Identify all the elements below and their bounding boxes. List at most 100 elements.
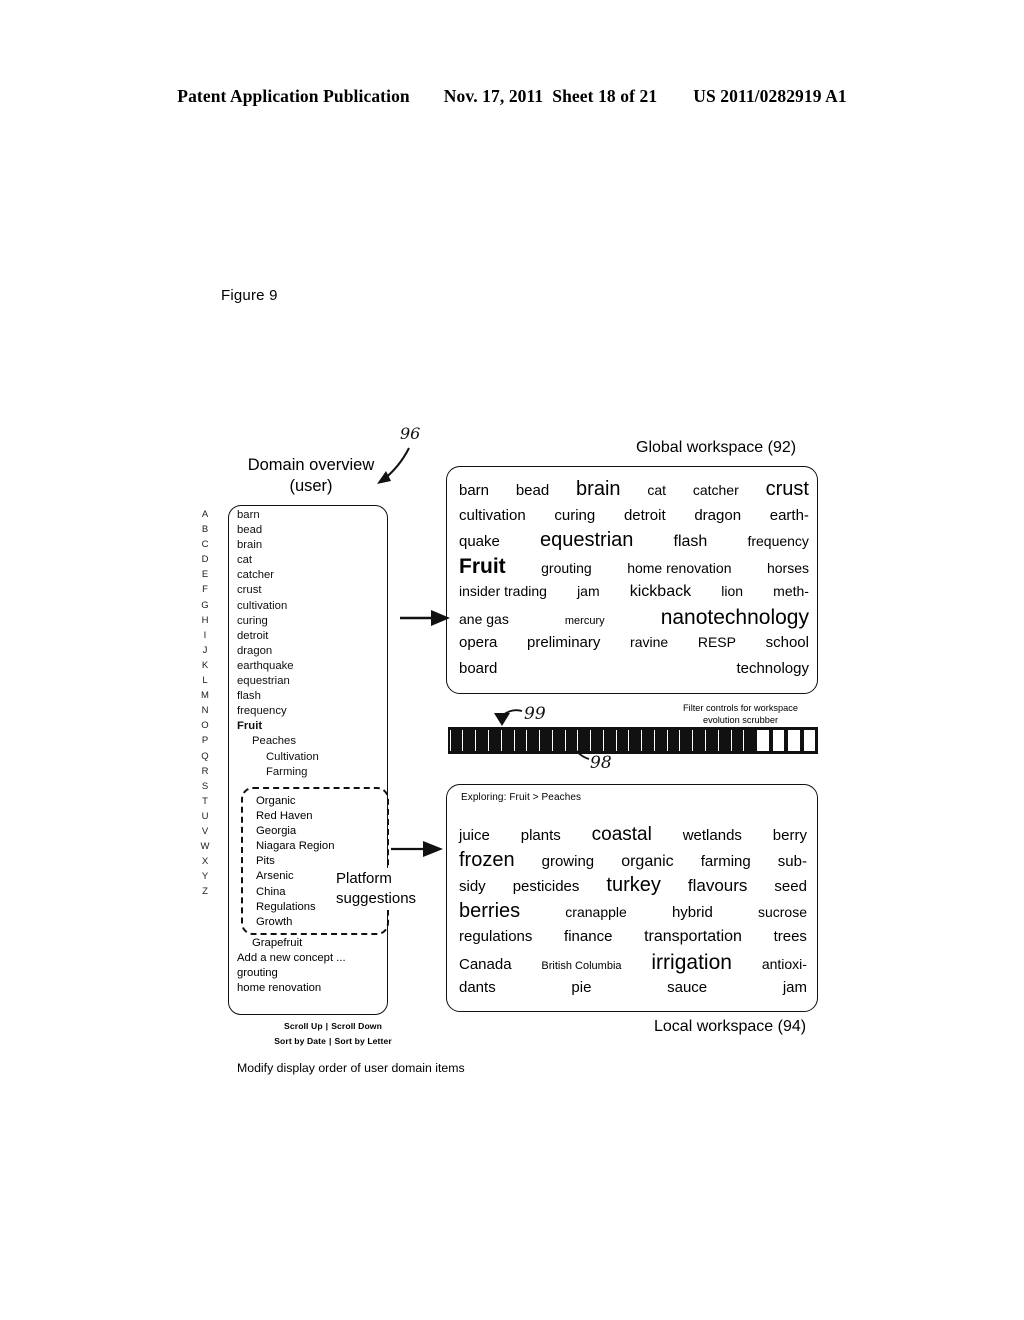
scrubber-segment-filled[interactable] <box>602 730 615 751</box>
scrubber-segment-empty[interactable] <box>803 730 815 751</box>
domain-tail-list[interactable]: Grapefruit Add a new concept ... grouting h… <box>235 936 387 996</box>
alphabet-index-letter[interactable]: V <box>202 824 208 839</box>
tag-cloud-term[interactable]: juice <box>459 823 490 849</box>
local-workspace-tag-cloud[interactable]: juice plants coastal wetlands berry frozen gro… <box>459 822 807 1001</box>
tag-cloud-term[interactable]: opera <box>459 630 497 656</box>
scrubber-segment-filled[interactable] <box>500 730 513 751</box>
sort-by-letter-button[interactable]: Sort by Letter <box>335 1036 392 1046</box>
tag-cloud-term[interactable]: detroit <box>624 503 666 529</box>
domain-list-item[interactable]: equestrian <box>235 674 387 689</box>
scrubber-segment-filled[interactable] <box>462 730 474 751</box>
tag-cloud-term[interactable]: finance <box>564 924 612 950</box>
tag-cloud-term[interactable]: bead <box>516 478 549 504</box>
alphabet-index-letter[interactable]: E <box>202 567 208 582</box>
domain-list-item[interactable]: crust <box>235 583 387 598</box>
tag-cloud-term[interactable]: berry <box>773 823 807 849</box>
tag-cloud-term[interactable]: earth- <box>770 503 809 529</box>
alphabet-index-letter[interactable]: C <box>202 537 209 552</box>
domain-item-list[interactable]: barn bead brain cat catcher crust cultivation c… <box>235 508 387 780</box>
alphabet-index-letter[interactable]: S <box>202 779 208 794</box>
tag-cloud-term[interactable]: flavours <box>688 873 748 899</box>
tag-cloud-term[interactable]: regulations <box>459 924 532 950</box>
tag-cloud-term[interactable]: technology <box>736 656 809 682</box>
tag-cloud-term[interactable]: antioxi- <box>762 952 807 978</box>
alphabet-index-letter[interactable]: R <box>202 764 209 779</box>
tag-cloud-term[interactable]: organic <box>621 849 673 875</box>
tag-cloud-term[interactable]: plants <box>521 823 561 849</box>
alphabet-index-letter[interactable]: A <box>202 507 208 522</box>
tag-cloud-term[interactable]: jam <box>577 579 600 605</box>
alphabet-index-letter[interactable]: T <box>202 794 208 809</box>
alphabet-index-letter[interactable]: X <box>202 854 208 869</box>
domain-list-item[interactable]: bead <box>235 523 387 538</box>
scrubber-segment-empty[interactable] <box>772 730 785 751</box>
global-workspace-tag-cloud[interactable]: barn bead brain cat catcher crust cultivation c… <box>459 477 809 681</box>
domain-list-item[interactable]: Grapefruit <box>235 936 387 951</box>
scrubber-segment-filled[interactable] <box>449 730 462 751</box>
domain-list-item[interactable]: Fruit <box>235 719 387 734</box>
alphabet-index-letter[interactable]: Z <box>202 884 208 899</box>
domain-list-item[interactable]: barn <box>235 508 387 523</box>
alphabet-index-letter[interactable]: B <box>202 522 208 537</box>
alphabet-index-letter[interactable]: N <box>202 703 209 718</box>
alphabet-index-letter[interactable]: F <box>202 582 208 597</box>
tag-cloud-term[interactable]: meth- <box>773 579 809 605</box>
tag-cloud-term[interactable]: ane gas <box>459 607 509 633</box>
alphabet-index-letter[interactable]: K <box>202 658 208 673</box>
tag-cloud-term[interactable]: seed <box>774 874 807 900</box>
scrubber-segment-filled[interactable] <box>475 730 487 751</box>
tag-cloud-term[interactable]: cranapple <box>565 900 627 926</box>
tag-cloud-term[interactable]: horses <box>767 556 809 582</box>
alphabet-index-letter[interactable]: L <box>202 673 207 688</box>
tag-cloud-term[interactable]: curing <box>554 503 595 529</box>
scrubber-segment-filled[interactable] <box>487 730 500 751</box>
scrubber-segment-empty[interactable] <box>757 730 769 751</box>
scroll-up-button[interactable]: Scroll Up <box>284 1021 323 1031</box>
domain-list-item[interactable]: detroit <box>235 629 387 644</box>
scrubber-segment-filled[interactable] <box>692 730 704 751</box>
tag-cloud-term[interactable]: school <box>766 630 809 656</box>
alphabet-index-letter[interactable]: U <box>202 809 209 824</box>
tag-cloud-term[interactable]: hybrid <box>672 900 713 926</box>
tag-cloud-term[interactable]: equestrian <box>540 528 633 554</box>
scrubber-segment-filled[interactable] <box>628 730 640 751</box>
tag-cloud-term[interactable]: ravine <box>630 630 668 656</box>
domain-list-item[interactable]: grouting <box>235 966 387 981</box>
scrubber-segment-filled[interactable] <box>730 730 742 751</box>
platform-suggestion-item[interactable]: Niagara Region <box>256 839 386 854</box>
tag-cloud-term[interactable]: grouting <box>541 556 592 582</box>
tag-cloud-term[interactable]: quake <box>459 529 500 555</box>
tag-cloud-term[interactable]: preliminary <box>527 630 600 656</box>
alphabet-index[interactable]: ABCDEFGHIJKLMNOPQRSTUVWXYZ <box>197 507 213 899</box>
tag-cloud-term[interactable]: frequency <box>747 529 808 555</box>
tag-cloud-term[interactable]: crust <box>766 477 809 503</box>
scrubber-segment-filled[interactable] <box>705 730 717 751</box>
domain-list-item[interactable]: cat <box>235 553 387 568</box>
scrubber-segment-filled[interactable] <box>551 730 564 751</box>
platform-suggestion-item[interactable]: Growth <box>256 915 386 930</box>
tag-cloud-term[interactable]: brain <box>576 477 620 503</box>
domain-list-item[interactable]: brain <box>235 538 387 553</box>
scrubber-segment-filled[interactable] <box>615 730 628 751</box>
tag-cloud-term[interactable]: Canada <box>459 952 512 978</box>
domain-list-item[interactable]: Add a new concept ... <box>235 951 387 966</box>
tag-cloud-term[interactable]: insider trading <box>459 579 547 605</box>
alphabet-index-letter[interactable]: Q <box>201 749 208 764</box>
domain-list-item[interactable]: curing <box>235 614 387 629</box>
platform-suggestion-item[interactable]: Organic <box>256 794 386 809</box>
workspace-evolution-scrubber[interactable] <box>448 727 818 754</box>
domain-list-item[interactable]: home renovation <box>235 981 387 996</box>
tag-cloud-term[interactable]: growing <box>542 849 595 875</box>
tag-cloud-term[interactable]: kickback <box>630 579 691 605</box>
tag-cloud-term[interactable]: transportation <box>644 924 742 950</box>
tag-cloud-term[interactable]: barn <box>459 478 489 504</box>
scrubber-segment-filled[interactable] <box>717 730 730 751</box>
scrubber-segment-filled[interactable] <box>679 730 691 751</box>
tag-cloud-term[interactable]: sidy <box>459 874 486 900</box>
alphabet-index-letter[interactable]: G <box>201 598 208 613</box>
domain-list-item[interactable]: frequency <box>235 704 387 719</box>
domain-list-item[interactable]: cultivation <box>235 599 387 614</box>
domain-list-item[interactable]: catcher <box>235 568 387 583</box>
tag-cloud-term[interactable]: Fruit <box>459 554 506 580</box>
scrubber-segment-filled[interactable] <box>539 730 551 751</box>
